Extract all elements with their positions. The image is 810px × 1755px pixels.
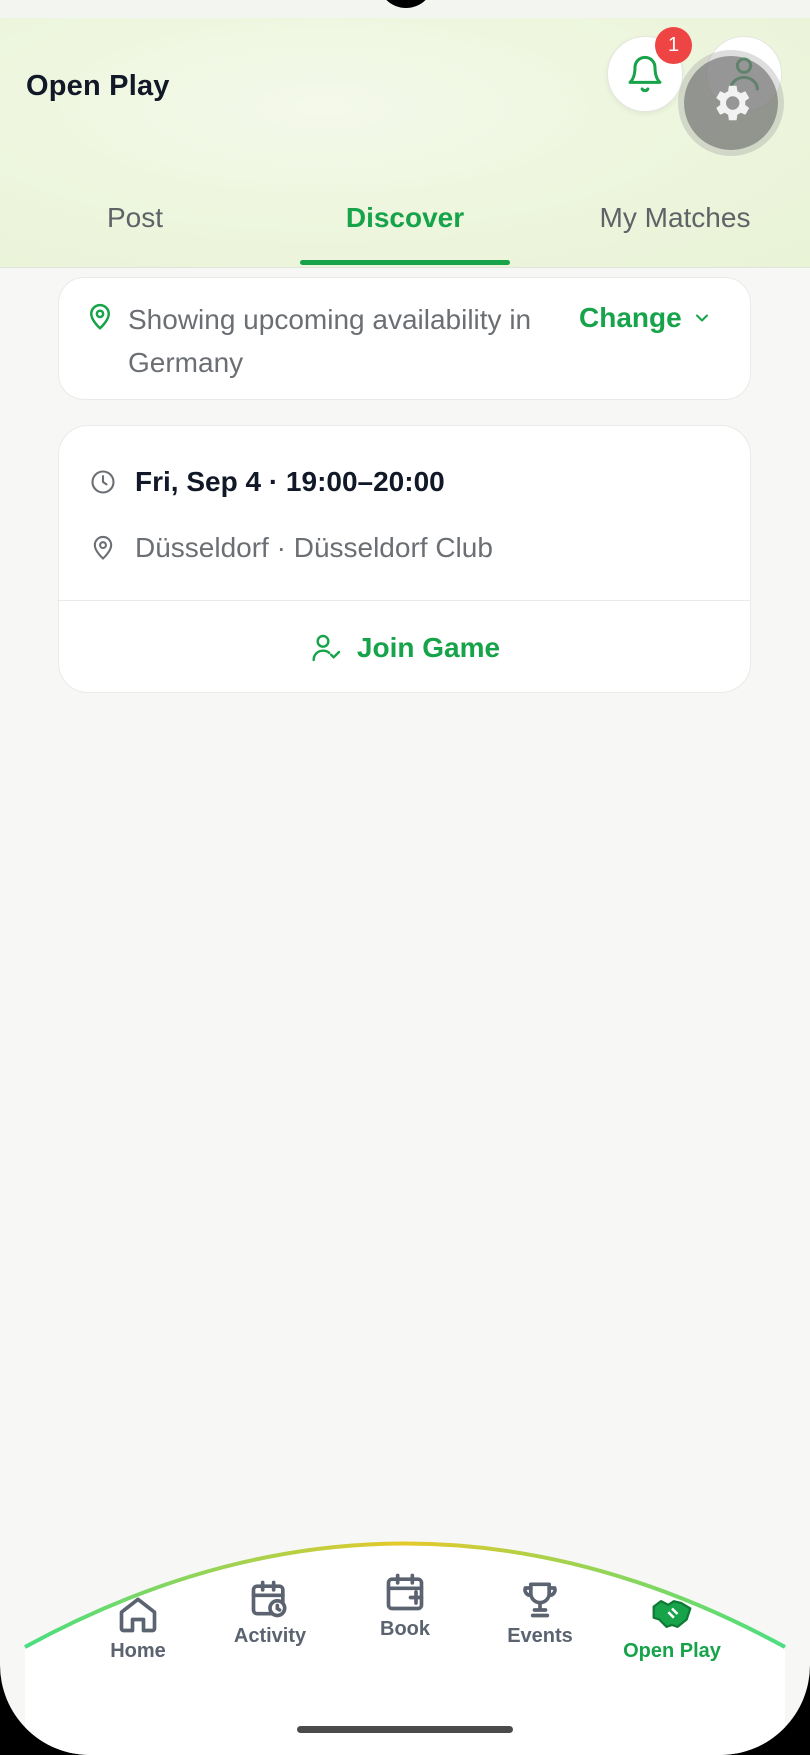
game-place: Düsseldorf · Düsseldorf Club: [135, 532, 493, 563]
bottom-navigation: Home Activity Book Events Open Play: [0, 1530, 810, 1755]
nav-open-play[interactable]: Open Play: [612, 1592, 732, 1663]
game-place-row: Düsseldorf · Düsseldorf Club: [89, 532, 493, 564]
nav-events[interactable]: Events: [480, 1577, 600, 1648]
location-text: Showing upcoming availability in Germany: [128, 304, 532, 378]
tab-my-matches[interactable]: My Matches: [540, 190, 810, 268]
tab-discover[interactable]: Discover: [270, 190, 540, 268]
nav-book-label: Book: [380, 1618, 430, 1640]
location-pin-icon: [89, 303, 111, 330]
location-card: Showing upcoming availability in Germany…: [58, 277, 751, 400]
active-tab-indicator: [300, 260, 510, 265]
clock-icon: [91, 470, 115, 494]
trophy-icon: [523, 1582, 557, 1618]
change-label: Change: [579, 302, 682, 333]
game-time: Fri, Sep 4 · 19:00–20:00: [135, 466, 445, 497]
user-check-icon: [312, 634, 341, 661]
nav-book[interactable]: Book: [345, 1570, 465, 1641]
header: Open Play 1 Post Discover My Matches: [0, 0, 810, 268]
game-card: Fri, Sep 4 · 19:00–20:00 Düsseldorf · Dü…: [58, 425, 751, 693]
join-game-button[interactable]: Join Game: [59, 601, 750, 692]
app-screen: Open Play 1 Post Discover My Matches Sho…: [0, 0, 810, 1755]
join-game-label: Join Game: [356, 631, 501, 663]
nav-home-label: Home: [110, 1640, 166, 1662]
gear-icon: [716, 85, 750, 121]
nav-activity[interactable]: Activity: [210, 1577, 330, 1648]
calendar-plus-icon: [386, 1573, 424, 1611]
nav-activity-label: Activity: [233, 1625, 307, 1647]
chevron-down-icon: [695, 314, 708, 322]
settings-button[interactable]: [684, 56, 778, 150]
nav-home[interactable]: Home: [78, 1592, 198, 1663]
page-title: Open Play: [26, 70, 170, 102]
home-icon: [119, 1597, 157, 1633]
notification-badge: 1: [655, 27, 692, 64]
calendar-clock-icon: [251, 1580, 287, 1618]
change-location-button[interactable]: Change: [579, 302, 712, 334]
handshake-icon: [652, 1600, 692, 1628]
tab-bar: Post Discover My Matches: [0, 190, 810, 268]
home-indicator: [297, 1726, 513, 1733]
bell-icon: [628, 55, 662, 93]
game-time-row: Fri, Sep 4 · 19:00–20:00: [89, 466, 445, 498]
nav-open-play-label: Open Play: [623, 1640, 721, 1662]
location-pin-icon: [93, 535, 113, 560]
tab-post[interactable]: Post: [0, 190, 270, 268]
nav-events-label: Events: [507, 1625, 573, 1647]
